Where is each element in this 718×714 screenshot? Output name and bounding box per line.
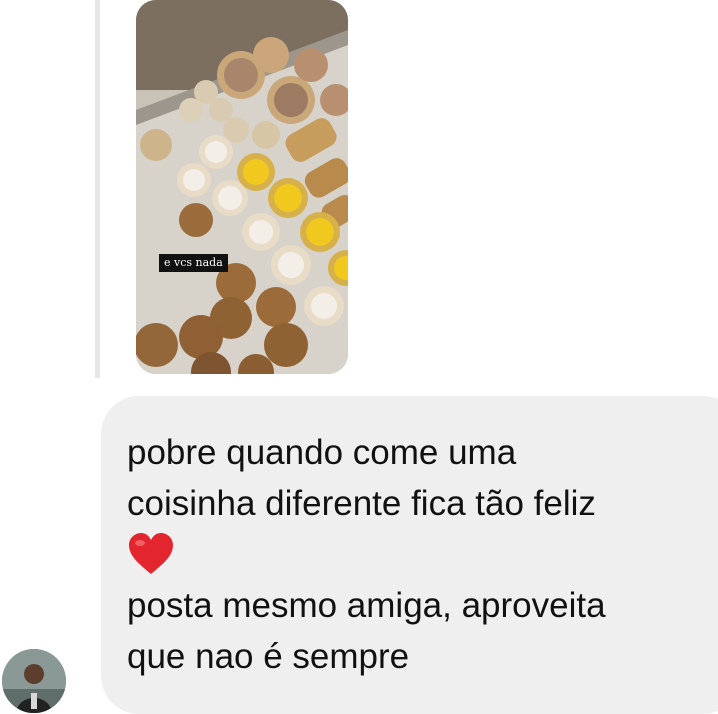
message-text: pobre quando come uma coisinha diferente… [127,427,606,682]
red-heart-icon [127,529,606,580]
story-reply-thumbnail[interactable] [136,0,348,374]
message-line: que nao é sempre [127,637,410,676]
message-line: pobre quando come uma [127,433,517,472]
reply-indicator-bar [95,0,100,378]
message-line: posta mesmo amiga, aproveita [127,586,606,625]
avatar-photo [2,649,66,713]
story-caption-label: e vcs nada [159,254,228,272]
sender-avatar[interactable] [2,649,66,713]
food-tray-photo [136,0,348,374]
message-line: coisinha diferente fica tão feliz [127,484,596,523]
